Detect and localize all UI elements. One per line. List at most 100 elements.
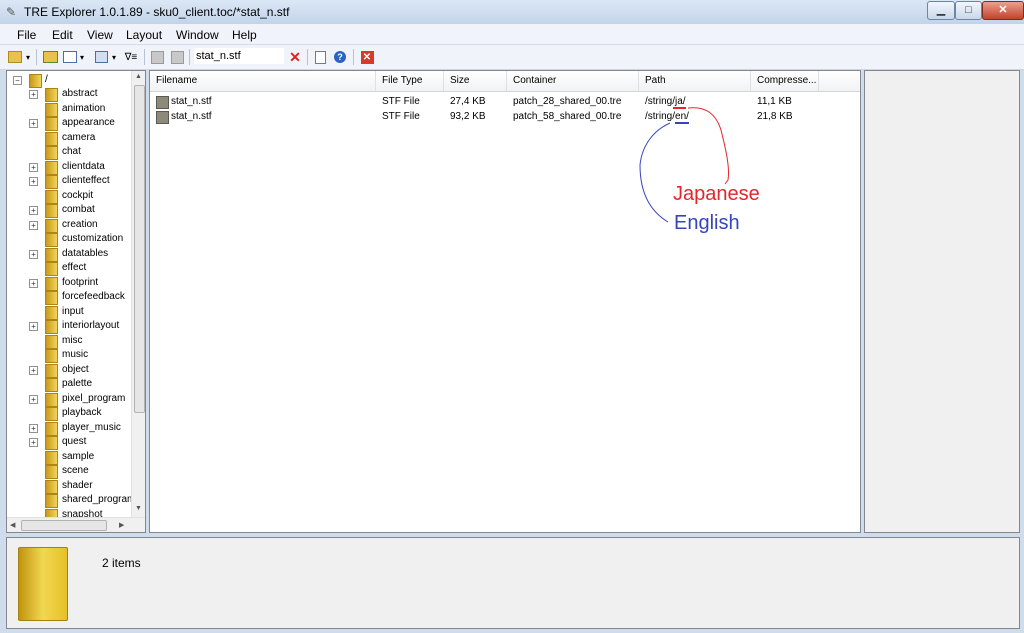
menu-edit[interactable]: Edit: [52, 28, 73, 42]
cell-compressed: 11,1 KB: [757, 96, 792, 107]
tree-item[interactable]: + datatables: [7, 247, 131, 262]
save-icon[interactable]: [150, 49, 164, 65]
collapse-icon[interactable]: −: [13, 76, 22, 85]
menu-help[interactable]: Help: [232, 28, 257, 42]
open-dropdown-icon[interactable]: ▾: [24, 49, 32, 65]
tree-item[interactable]: camera: [7, 131, 131, 146]
properties-icon[interactable]: [313, 49, 327, 65]
tree-item[interactable]: + appearance: [7, 116, 131, 131]
scroll-left-icon[interactable]: ◀: [10, 521, 15, 529]
tree-item[interactable]: + quest: [7, 435, 131, 450]
exit-icon[interactable]: ✕: [359, 49, 375, 65]
tree-item[interactable]: + abstract: [7, 87, 131, 102]
column-size[interactable]: Size: [444, 71, 507, 91]
column-compressed[interactable]: Compresse...: [751, 71, 819, 91]
tree-item[interactable]: shader: [7, 479, 131, 494]
menu-window[interactable]: Window: [176, 28, 219, 42]
tree-root[interactable]: − /: [7, 73, 131, 88]
tree-item[interactable]: forcefeedback: [7, 290, 131, 305]
expand-icon[interactable]: +: [29, 90, 38, 99]
expand-icon[interactable]: +: [29, 438, 38, 447]
tree-item[interactable]: palette: [7, 377, 131, 392]
table-row[interactable]: stat_n.stf STF File 27,4 KB patch_28_sha…: [150, 94, 860, 109]
expand-icon[interactable]: +: [29, 206, 38, 215]
menu-bar: File Edit View Layout Window Help: [0, 24, 1024, 45]
expand-icon[interactable]: +: [29, 119, 38, 128]
scroll-right-icon[interactable]: ▶: [119, 521, 124, 529]
tree-vertical-scrollbar[interactable]: ▲ ▼: [131, 71, 145, 517]
cell-path: /string/ja/: [645, 96, 686, 107]
tree-item[interactable]: + footprint: [7, 276, 131, 291]
view-dropdown-icon[interactable]: ▾: [78, 49, 86, 65]
tree-item-label: animation: [62, 102, 106, 114]
tree-item[interactable]: + clienteffect: [7, 174, 131, 189]
tree-item[interactable]: cockpit: [7, 189, 131, 204]
expand-icon[interactable]: +: [29, 177, 38, 186]
expand-icon[interactable]: +: [29, 162, 38, 172]
expand-icon[interactable]: +: [29, 278, 38, 288]
view-list-icon[interactable]: [62, 49, 78, 65]
table-row[interactable]: stat_n.stf STF File 93,2 KB patch_58_sha…: [150, 109, 860, 124]
cell-container: patch_28_shared_00.tre: [513, 96, 622, 107]
tree-item[interactable]: input: [7, 305, 131, 320]
folder-up-icon[interactable]: [42, 49, 58, 65]
tree-item[interactable]: shared_program: [7, 493, 135, 508]
column-container[interactable]: Container: [507, 71, 639, 91]
column-filename[interactable]: Filename: [150, 71, 376, 91]
maximize-button[interactable]: □: [955, 1, 982, 20]
tree-item[interactable]: + pixel_program: [7, 392, 131, 407]
scroll-down-icon[interactable]: ▼: [135, 505, 142, 512]
tree-item[interactable]: sample: [7, 450, 131, 465]
filter-icon[interactable]: ∇≡: [121, 49, 141, 65]
preview-panel: [864, 70, 1020, 533]
grid-view-icon[interactable]: [94, 49, 108, 65]
cell-size: 93,2 KB: [450, 111, 486, 122]
save-all-icon[interactable]: [170, 49, 184, 65]
clear-search-icon[interactable]: ✕: [288, 49, 302, 65]
tree-item[interactable]: effect: [7, 261, 131, 276]
tree-item[interactable]: animation: [7, 102, 131, 117]
tree-item-label: creation: [62, 218, 98, 230]
expand-icon[interactable]: +: [29, 423, 38, 433]
menu-file[interactable]: File: [17, 28, 36, 42]
tree-item[interactable]: scene: [7, 464, 131, 479]
tree-horizontal-scrollbar[interactable]: ◀ ▶: [7, 517, 145, 532]
cell-filename: stat_n.stf: [171, 111, 212, 122]
tree-item[interactable]: playback: [7, 406, 131, 421]
tree-item-label: player_music: [62, 421, 121, 433]
tree-item[interactable]: + combat: [7, 203, 131, 218]
open-folder-icon[interactable]: [8, 49, 22, 65]
tree-item[interactable]: customization: [7, 232, 131, 247]
folder-icon: [45, 189, 58, 204]
tree-item[interactable]: music: [7, 348, 131, 363]
scroll-up-icon[interactable]: ▲: [135, 73, 142, 80]
expand-icon[interactable]: +: [29, 394, 38, 404]
expand-icon[interactable]: +: [29, 322, 38, 331]
toolbar: ▾ ▾ ▾ ∇≡ stat_n.stf ✕ ? ✕: [0, 45, 1024, 70]
tree-item[interactable]: + player_music: [7, 421, 131, 436]
tree-item-label: quest: [62, 436, 87, 447]
expand-icon[interactable]: +: [29, 249, 38, 259]
tree-item[interactable]: + object: [7, 363, 131, 378]
tree-horizontal-scroll-thumb[interactable]: [21, 520, 107, 531]
tree-item-label: object: [62, 363, 89, 375]
tree-item[interactable]: + clientdata: [7, 160, 131, 175]
tree-item[interactable]: + creation: [7, 218, 131, 233]
search-input[interactable]: stat_n.stf: [194, 48, 284, 64]
menu-layout[interactable]: Layout: [126, 28, 162, 42]
tree-item[interactable]: chat: [7, 145, 131, 160]
tree-item[interactable]: misc: [7, 334, 131, 349]
tree-item-label: camera: [62, 131, 96, 143]
tree-item[interactable]: + interiorlayout: [7, 319, 131, 334]
expand-icon[interactable]: +: [29, 220, 38, 230]
tree-vertical-scroll-thumb[interactable]: [134, 85, 145, 413]
menu-view[interactable]: View: [87, 28, 113, 42]
column-file-type[interactable]: File Type: [376, 71, 444, 91]
cell-path: /string/en/: [645, 111, 689, 122]
close-button[interactable]: ✕: [982, 1, 1024, 20]
expand-icon[interactable]: +: [29, 365, 38, 375]
help-icon[interactable]: ?: [333, 49, 347, 65]
minimize-button[interactable]: ▁: [927, 1, 955, 20]
column-path[interactable]: Path: [639, 71, 751, 91]
grid-dropdown-icon[interactable]: ▾: [110, 49, 118, 65]
